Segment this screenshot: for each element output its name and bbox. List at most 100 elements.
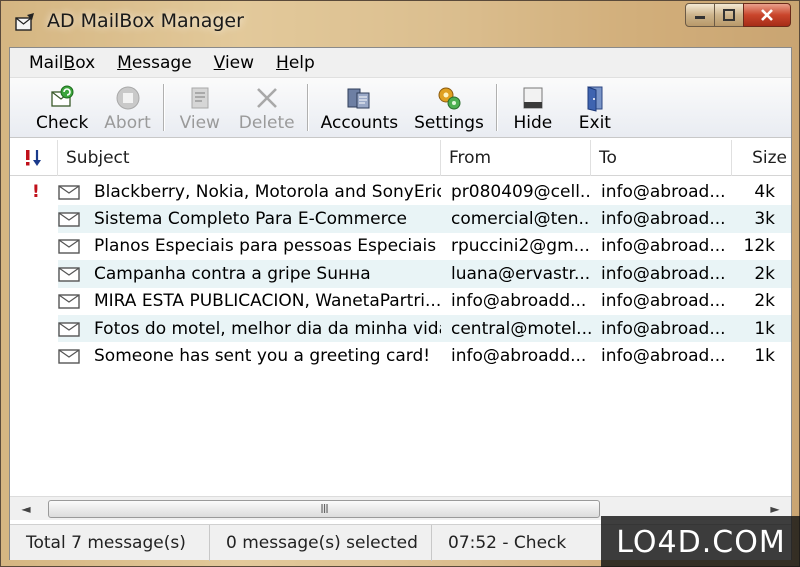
table-row[interactable]: Fotos do motel, melhor dia da minha vida…	[10, 314, 791, 343]
menu-message-accel: M	[117, 52, 132, 73]
title-bar[interactable]: AD MailBox Manager	[1, 1, 799, 47]
table-row[interactable]: Planos Especiais para pessoas Especiais …	[10, 233, 791, 260]
menu-mailbox-label-rest: ox	[75, 52, 96, 73]
envelope-icon	[58, 321, 80, 337]
settings-label: Settings	[414, 113, 484, 133]
envelope-icon	[58, 349, 80, 364]
menu-message-label: essage	[131, 52, 192, 73]
accounts-label: Accounts	[320, 113, 399, 133]
status-total: Total 7 message(s)	[10, 524, 210, 561]
list-rows: ! Blackberry, Nokia, Motorola and SonyEr…	[10, 178, 791, 370]
subject-text: Fotos do motel, melhor dia da minha vida…	[94, 318, 441, 339]
table-row[interactable]: MIRA ESTA PUBLICACION, WanetaPartri... i…	[10, 288, 791, 315]
from-cell: luana@ervastr...	[441, 260, 591, 288]
menu-mailbox-label: Mail	[29, 52, 64, 73]
table-row[interactable]: Campanha contra a gripe Suнна luana@erva…	[10, 260, 791, 288]
subject-cell: Blackberry, Nokia, Motorola and SonyEric…	[58, 178, 441, 205]
settings-button[interactable]: Settings	[406, 78, 492, 137]
to-cell: info@abroad...	[591, 205, 732, 233]
priority-cell	[10, 288, 58, 315]
subject-cell: Fotos do motel, melhor dia da minha vida…	[58, 314, 441, 343]
scrollbar-thumb[interactable]: III	[48, 500, 600, 518]
table-row[interactable]: Sistema Completo Para E-Commerce comerci…	[10, 205, 791, 233]
check-mail-icon	[48, 84, 76, 112]
priority-cell	[10, 260, 58, 287]
hide-window-icon	[519, 84, 547, 112]
priority-column-header[interactable]	[10, 140, 58, 176]
view-button[interactable]: View	[169, 78, 231, 137]
priority-sort-icon	[25, 150, 41, 166]
to-column-header[interactable]: To	[591, 140, 732, 176]
settings-icon	[435, 84, 463, 112]
size-cell: 2k	[754, 291, 775, 312]
minimize-button[interactable]	[685, 3, 715, 27]
envelope-icon	[58, 184, 80, 200]
hide-button[interactable]: Hide	[502, 78, 564, 137]
from-cell: info@abroadd...	[451, 291, 587, 312]
delete-icon	[253, 84, 281, 112]
abort-label: Abort	[104, 113, 151, 133]
table-row[interactable]: ! Blackberry, Nokia, Motorola and SonyEr…	[10, 178, 791, 205]
caption-buttons	[685, 3, 791, 27]
accounts-icon	[345, 84, 373, 112]
size-cell: 3k	[732, 205, 791, 233]
check-button[interactable]: Check	[28, 78, 96, 137]
client-area: MailBox Message View Help Check Abort Vi…	[9, 47, 792, 561]
check-label: Check	[36, 113, 89, 133]
message-list[interactable]: Subject From To Size ! Blackberry, Nokia…	[10, 140, 791, 496]
menu-help-label: elp	[288, 52, 315, 73]
subject-cell: Someone has sent you a greeting card!	[58, 342, 441, 369]
to-cell: info@abroad...	[591, 260, 732, 288]
to-cell: info@abroad...	[601, 346, 726, 367]
priority-cell	[10, 315, 58, 342]
size-cell: 1k	[732, 314, 791, 343]
table-row[interactable]: Someone has sent you a greeting card! in…	[10, 342, 791, 369]
scroll-left-arrow-icon[interactable]: ◄	[16, 497, 36, 521]
minimize-icon	[695, 16, 705, 19]
list-header: Subject From To Size	[10, 140, 791, 176]
watermark-logo: LO4D.COM	[601, 516, 800, 567]
from-cell: pr080409@cell...	[451, 181, 591, 202]
stop-icon	[114, 84, 142, 112]
toolbar-separator	[306, 84, 309, 131]
from-cell: comercial@ten...	[441, 205, 591, 233]
subject-cell: Sistema Completo Para E-Commerce	[58, 205, 441, 233]
from-column-header[interactable]: From	[441, 140, 591, 176]
lo4d-logo: LO4D.COM	[616, 525, 785, 560]
to-cell: info@abroad...	[601, 291, 726, 312]
scrollbar-grip: III	[320, 502, 329, 516]
hide-label: Hide	[513, 113, 553, 133]
subject-cell: Campanha contra a gripe Suнна	[58, 260, 441, 288]
menu-help[interactable]: Help	[265, 53, 326, 73]
menu-bar: MailBox Message View Help	[10, 48, 791, 78]
subject-text: Someone has sent you a greeting card!	[94, 346, 431, 367]
maximize-button[interactable]	[714, 3, 744, 27]
exit-button[interactable]: Exit	[564, 78, 626, 137]
to-cell: info@abroad...	[591, 314, 732, 343]
high-priority-icon: !	[32, 182, 40, 202]
menu-message[interactable]: Message	[106, 53, 203, 73]
exit-door-icon	[581, 84, 609, 112]
close-button[interactable]	[743, 3, 791, 27]
menu-view[interactable]: View	[203, 53, 265, 73]
to-cell: info@abroad...	[601, 236, 726, 257]
window-title: AD MailBox Manager	[47, 10, 244, 32]
toolbar-separator	[495, 84, 498, 131]
subject-column-header[interactable]: Subject	[58, 140, 441, 176]
size-column-header[interactable]: Size	[732, 140, 791, 176]
from-cell: central@motel...	[441, 314, 591, 343]
priority-cell	[10, 342, 58, 369]
accounts-button[interactable]: Accounts	[313, 78, 407, 137]
subject-text: Planos Especiais para pessoas Especiais	[94, 236, 437, 257]
svg-text:LO4D.COM: LO4D.COM	[616, 525, 785, 560]
toolbar: Check Abort View Delete Accounts Setting…	[10, 78, 791, 138]
size-cell: 4k	[754, 181, 775, 202]
menu-mailbox[interactable]: MailBox	[18, 53, 106, 73]
subject-text: Sistema Completo Para E-Commerce	[94, 209, 408, 230]
view-label: View	[179, 113, 220, 133]
exit-label: Exit	[578, 113, 611, 133]
abort-button[interactable]: Abort	[96, 78, 158, 137]
to-cell: info@abroad...	[601, 181, 726, 202]
delete-button[interactable]: Delete	[231, 78, 303, 137]
priority-cell: !	[10, 178, 58, 205]
